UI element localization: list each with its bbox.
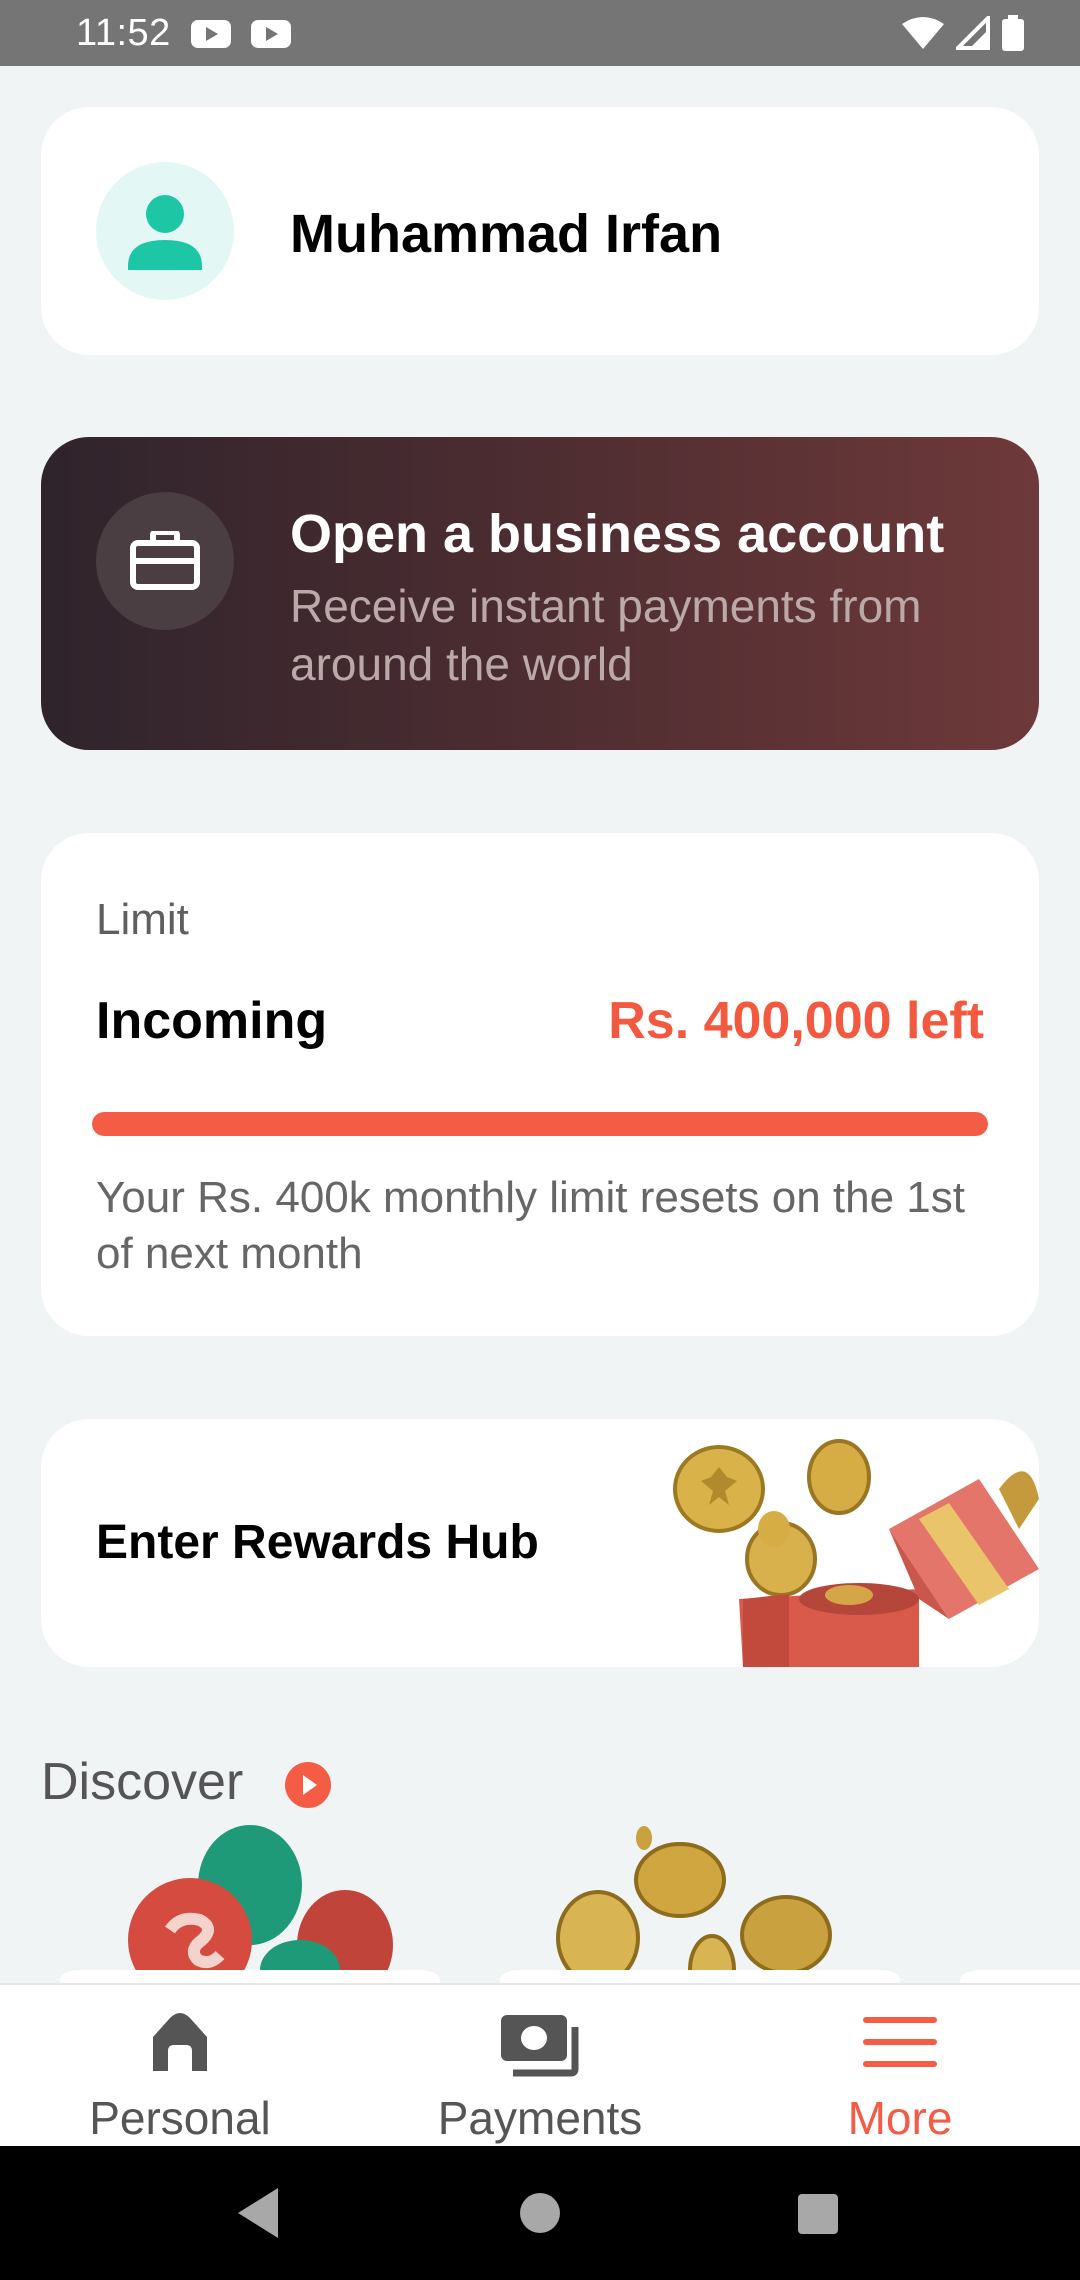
nav-payments[interactable]: Payments xyxy=(360,1985,720,2148)
payments-icon xyxy=(501,2015,579,2077)
system-icons xyxy=(902,14,1024,52)
briefcase-icon-wrapper xyxy=(96,492,234,630)
home-button-icon[interactable] xyxy=(520,2193,560,2233)
user-icon xyxy=(128,195,202,270)
limit-label: Limit xyxy=(96,895,189,944)
status-time: 11:52 xyxy=(76,12,171,54)
signal-icon xyxy=(956,16,990,50)
home-icon xyxy=(153,2013,207,2071)
rewards-hub-card[interactable]: Enter Rewards Hub xyxy=(41,1419,1039,1667)
bottom-navigation: Personal Payments More xyxy=(0,1983,1080,2146)
business-account-card[interactable]: Open a business account Receive instant … xyxy=(41,437,1039,750)
limit-note: Your Rs. 400k monthly limit resets on th… xyxy=(96,1173,965,1278)
profile-name: Muhammad Irfan xyxy=(290,204,723,264)
business-subtitle: Receive instant payments from around the… xyxy=(290,580,922,690)
discover-carousel[interactable] xyxy=(0,1820,1080,1985)
limit-progress-fill xyxy=(92,1112,988,1136)
nav-label-more: More xyxy=(847,2092,953,2144)
discover-illustrations xyxy=(60,1825,1080,1985)
profile-card[interactable]: Muhammad Irfan xyxy=(41,107,1039,355)
limit-progress-bar xyxy=(92,1112,988,1136)
limit-card: Limit Incoming Rs. 400,000 left Your Rs.… xyxy=(41,833,1039,1336)
youtube-notification-icon xyxy=(251,20,291,48)
rewards-gift-illustration xyxy=(673,1439,1039,1667)
limit-type: Incoming xyxy=(96,992,328,1050)
discover-title: Discover xyxy=(41,1753,244,1811)
nav-more[interactable]: More xyxy=(720,1985,1080,2148)
battery-icon xyxy=(1002,15,1024,51)
back-icon[interactable] xyxy=(238,2188,278,2238)
avatar xyxy=(96,162,234,300)
recents-icon[interactable] xyxy=(798,2194,838,2234)
menu-icon xyxy=(863,2017,937,2067)
youtube-notification-icon xyxy=(191,20,231,48)
limit-remaining: Rs. 400,000 left xyxy=(608,992,984,1050)
play-arrow-icon[interactable] xyxy=(285,1762,331,1808)
briefcase-icon xyxy=(130,531,200,590)
status-bar: 11:52 xyxy=(0,0,1080,66)
rewards-title: Enter Rewards Hub xyxy=(96,1516,539,1569)
business-title: Open a business account xyxy=(290,504,945,564)
nav-label-personal: Personal xyxy=(89,2092,271,2144)
nav-label-payments: Payments xyxy=(437,2092,643,2144)
system-navigation-bar xyxy=(0,2146,1080,2280)
system-nav-buttons xyxy=(238,2188,838,2238)
nav-personal[interactable]: Personal xyxy=(0,1985,360,2148)
wifi-icon xyxy=(902,17,944,49)
